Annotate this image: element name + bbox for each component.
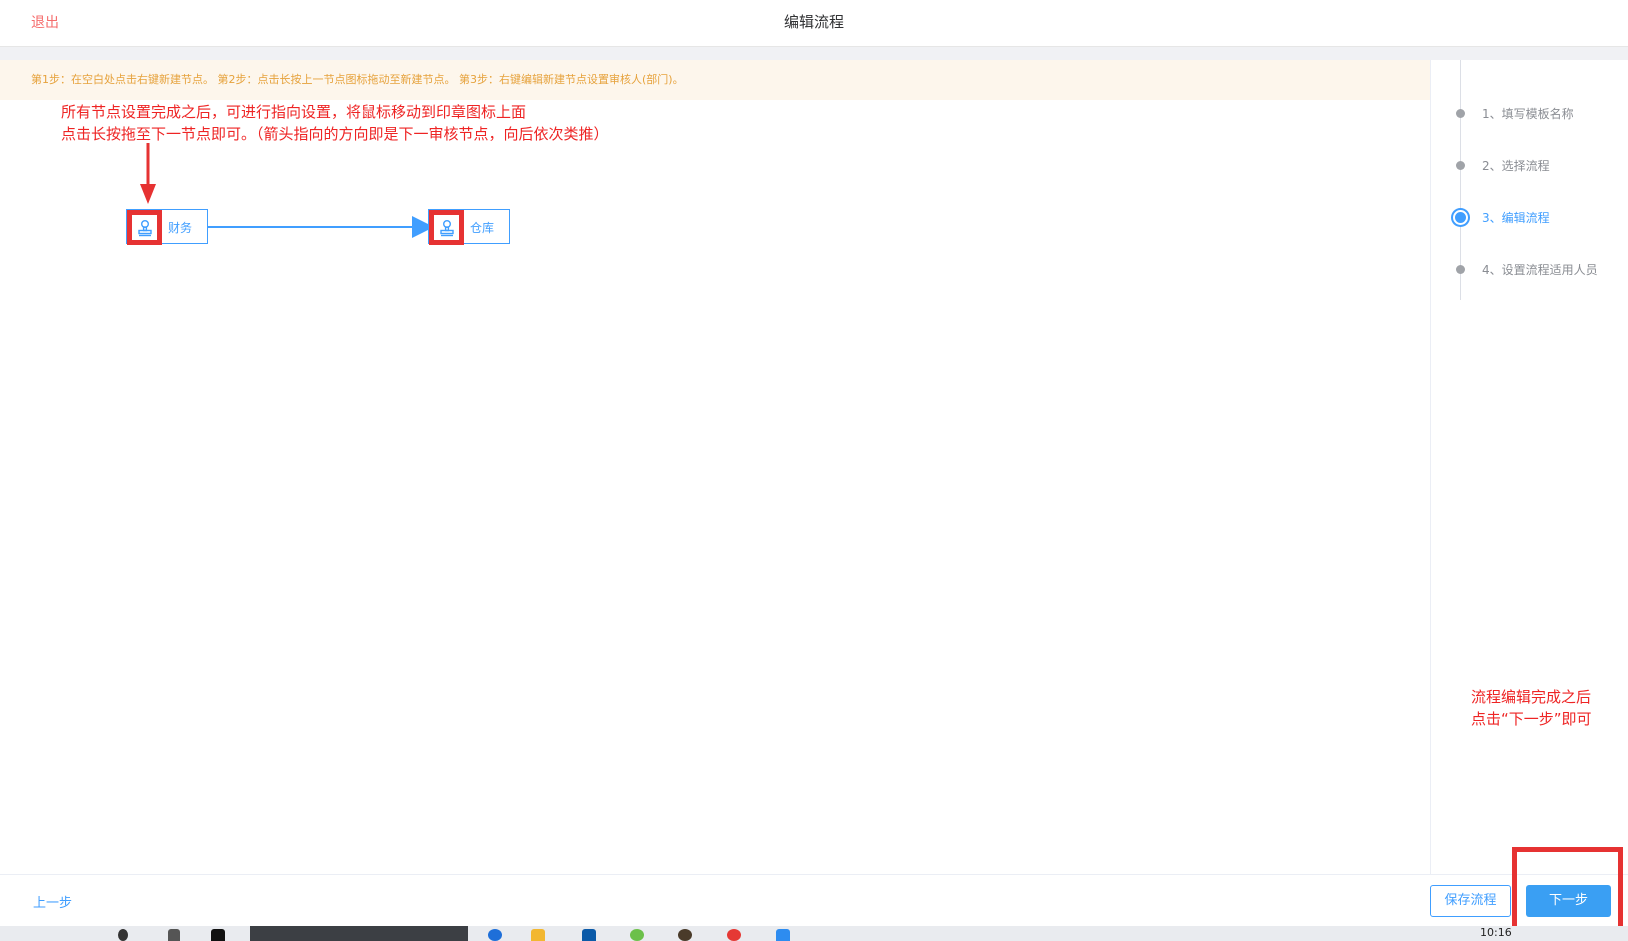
step-label: 4、设置流程适用人员 [1482, 263, 1598, 277]
annotation-line: 点击长按拖至下一节点即可。（箭头指向的方向即是下一审核节点，向后依次类推） [61, 125, 609, 143]
app-icon[interactable] [776, 929, 790, 941]
instruction-tip: 第1步：在空白处点击右键新建节点。 第2步：点击长按上一节点图标拖动至新建节点。… [0, 60, 1430, 100]
flow-node-warehouse[interactable]: 仓库 [428, 209, 510, 245]
app-icon[interactable] [211, 929, 225, 941]
annotation-line: 点击“下一步”即可 [1471, 710, 1592, 728]
folder-icon[interactable] [531, 929, 545, 941]
os-taskbar: 10:16 [0, 926, 1628, 941]
flow-node-finance[interactable]: 财务 [126, 209, 208, 245]
app-icon[interactable] [727, 929, 741, 941]
node-name: 仓库 [470, 221, 495, 235]
step-dot-icon [1456, 109, 1465, 118]
browser-icon[interactable] [488, 929, 502, 941]
clock: 10:16 [1480, 926, 1512, 939]
app-icon[interactable] [678, 929, 692, 941]
annotation-next-step: 流程编辑完成之后 点击“下一步”即可 [1471, 686, 1592, 730]
step-dot-icon [1453, 210, 1468, 225]
app-icon[interactable] [630, 929, 644, 941]
flow-canvas[interactable]: 第1步：在空白处点击右键新建节点。 第2步：点击长按上一节点图标拖动至新建节点。… [0, 60, 1430, 874]
stamp-icon[interactable] [429, 210, 464, 245]
step-dot-icon [1456, 265, 1465, 274]
step-item-template-name[interactable]: 1、填写模板名称 [1431, 103, 1628, 123]
annotation-pointing-instructions: 所有节点设置完成之后，可进行指向设置，将鼠标移动到印章图标上面 点击长按拖至下一… [61, 101, 609, 145]
previous-step-link[interactable]: 上一步 [33, 892, 72, 911]
steps-panel: 1、填写模板名称 2、选择流程 3、编辑流程 4、设置流程适用人员 [1430, 60, 1628, 874]
annotation-line: 所有节点设置完成之后，可进行指向设置，将鼠标移动到印章图标上面 [61, 103, 527, 121]
step-item-edit-flow[interactable]: 3、编辑流程 [1431, 207, 1628, 227]
step-item-select-flow[interactable]: 2、选择流程 [1431, 155, 1628, 175]
stamp-icon[interactable] [127, 210, 162, 245]
step-label: 3、编辑流程 [1482, 211, 1550, 225]
node-name: 财务 [168, 221, 193, 235]
step-item-applicable-users[interactable]: 4、设置流程适用人员 [1431, 259, 1628, 279]
step-label: 1、填写模板名称 [1482, 107, 1574, 121]
page-title: 编辑流程 [783, 13, 844, 31]
search-icon[interactable] [118, 929, 128, 941]
top-header: 退出 编辑流程 [0, 0, 1628, 47]
save-flow-button[interactable]: 保存流程 [1430, 885, 1511, 917]
footer-bar: 上一步 保存流程 下一步 [0, 874, 1628, 927]
app-icon[interactable] [582, 929, 596, 941]
task-view-icon[interactable] [168, 929, 180, 941]
taskbar-active-window[interactable] [250, 926, 468, 941]
annotation-line: 流程编辑完成之后 [1471, 688, 1592, 706]
step-label: 2、选择流程 [1482, 159, 1550, 173]
step-dot-icon [1456, 161, 1465, 170]
annotation-highlight-box [1512, 847, 1623, 931]
